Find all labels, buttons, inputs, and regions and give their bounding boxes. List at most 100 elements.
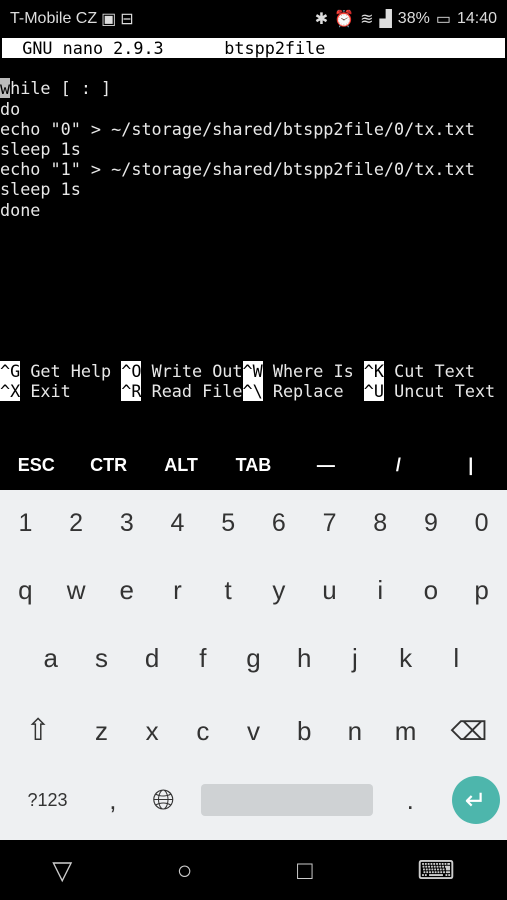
key[interactable]: 6 — [254, 498, 305, 548]
soft-keyboard: 1234567890 qwertyuiop asdfghjkl ⇧ zxcvbn… — [0, 490, 507, 840]
key[interactable]: t — [203, 565, 254, 615]
shortcut-key: ^O — [121, 360, 142, 381]
sim-icon: ▣ — [101, 11, 117, 28]
text-line[interactable]: echo "0" > ~/storage/shared/btspp2file/0… — [0, 119, 507, 139]
keyboard-icon[interactable]: ⌨ — [417, 855, 455, 886]
slash-key[interactable]: / — [362, 446, 434, 484]
shift-key[interactable]: ⇧ — [0, 706, 76, 756]
text-line[interactable]: sleep 1s — [0, 179, 507, 199]
comma-key[interactable]: , — [87, 775, 138, 825]
period-key[interactable]: . — [385, 775, 436, 825]
key[interactable]: a — [25, 633, 76, 683]
briefcase-icon: ⊟ — [120, 11, 134, 28]
shortcut-label: Where Is — [262, 360, 364, 381]
cursor: w — [0, 78, 11, 99]
key[interactable]: h — [279, 633, 330, 683]
key[interactable]: c — [177, 706, 228, 756]
key[interactable]: g — [228, 633, 279, 683]
home-icon[interactable]: ○ — [177, 855, 193, 886]
text-line[interactable]: sleep 1s — [0, 139, 507, 159]
key[interactable]: 5 — [203, 498, 254, 548]
shortcut-label: Read File — [141, 380, 243, 401]
status-bar: T-Mobile CZ ▣ ⊟ ✱ ⏰ ≋ ▟ 38% ▭ 14:40 — [0, 0, 507, 38]
battery-charging-icon: ▭ — [435, 11, 451, 28]
nano-editor[interactable]: GNU nano 2.9.3 btspp2file while [ : ] do… — [0, 38, 507, 402]
key[interactable]: b — [279, 706, 330, 756]
symbols-key[interactable]: ?123 — [7, 775, 87, 825]
shortcut-label: Cut Text — [384, 360, 475, 381]
key[interactable]: 1 — [0, 498, 51, 548]
text-line[interactable]: done — [0, 200, 507, 220]
shortcut-label: Get Help — [20, 360, 122, 381]
key[interactable]: e — [101, 565, 152, 615]
key[interactable]: 8 — [355, 498, 406, 548]
shortcut-key: ^\ — [242, 380, 263, 402]
shortcut-key: ^K — [363, 360, 385, 381]
shortcut-key: ^X — [0, 380, 21, 402]
alt-key[interactable]: ALT — [145, 446, 217, 484]
dash-key[interactable]: — — [290, 446, 362, 484]
carrier: T-Mobile CZ — [10, 10, 98, 27]
tab-key[interactable]: TAB — [217, 446, 289, 484]
shortcut-key: ^R — [121, 380, 142, 402]
shortcut-row: ^X Exit ^R Read File ^\ Replace ^U Uncut… — [0, 380, 507, 402]
key[interactable]: m — [380, 706, 431, 756]
backspace-key[interactable]: ⌫ — [431, 706, 507, 756]
line-text: hile [ : ] — [10, 78, 112, 99]
key[interactable]: r — [152, 565, 203, 615]
nano-version: GNU nano 2.9.3 — [22, 38, 164, 58]
key[interactable]: 2 — [51, 498, 102, 548]
key[interactable]: v — [228, 706, 279, 756]
key[interactable]: 9 — [406, 498, 457, 548]
key[interactable]: o — [406, 565, 457, 615]
key[interactable]: 7 — [304, 498, 355, 548]
shortcut-label: Write Out — [141, 360, 243, 381]
key[interactable]: 4 — [152, 498, 203, 548]
navigation-bar: ▽ ○ □ ⌨ — [0, 840, 507, 900]
key[interactable]: k — [380, 633, 431, 683]
text-line[interactable]: echo "1" > ~/storage/shared/btspp2file/0… — [0, 159, 507, 179]
signal-icon: ▟ — [379, 11, 392, 28]
key[interactable]: l — [431, 633, 482, 683]
text-line[interactable]: do — [0, 99, 507, 119]
pipe-key[interactable]: | — [435, 446, 507, 484]
key[interactable]: y — [254, 565, 305, 615]
key[interactable]: 0 — [456, 498, 507, 548]
battery-level: 38% — [397, 10, 430, 27]
shortcut-label: Exit — [20, 380, 122, 401]
key[interactable]: z — [76, 706, 127, 756]
key[interactable]: p — [456, 565, 507, 615]
key[interactable]: d — [127, 633, 178, 683]
shortcut-row: ^G Get Help ^O Write Out ^W Where Is ^K … — [0, 360, 507, 381]
shortcut-label: Replace — [262, 380, 364, 401]
key[interactable]: x — [127, 706, 178, 756]
recents-icon[interactable]: □ — [297, 855, 313, 886]
key[interactable]: n — [330, 706, 381, 756]
file-name: btspp2file — [224, 38, 326, 58]
shortcut-key: ^U — [363, 380, 385, 402]
esc-key[interactable]: ESC — [0, 446, 72, 484]
nano-title-bar: GNU nano 2.9.3 btspp2file — [2, 38, 505, 59]
key[interactable]: q — [0, 565, 51, 615]
key[interactable]: w — [51, 565, 102, 615]
space-bar[interactable] — [200, 784, 373, 816]
clock: 14:40 — [456, 10, 497, 27]
key[interactable]: 3 — [101, 498, 152, 548]
key[interactable]: u — [304, 565, 355, 615]
enter-key[interactable]: ↵ — [451, 776, 500, 824]
ctrl-key[interactable]: CTR — [72, 446, 144, 484]
shortcut-key: ^W — [242, 360, 263, 381]
key[interactable]: j — [330, 633, 381, 683]
back-icon[interactable]: ▽ — [52, 855, 72, 886]
shortcut-key: ^G — [0, 360, 21, 381]
bluetooth-icon: ✱ — [314, 11, 329, 28]
alarm-icon: ⏰ — [334, 11, 355, 28]
shortcut-label: Uncut Text — [384, 380, 496, 401]
extra-keys-bar: ESC CTR ALT TAB — / | — [0, 446, 507, 484]
key[interactable]: i — [355, 565, 406, 615]
globe-icon[interactable]: 🌐︎ — [138, 775, 189, 825]
key[interactable]: f — [177, 633, 228, 683]
key[interactable]: s — [76, 633, 127, 683]
wifi-icon: ≋ — [360, 11, 374, 28]
text-line[interactable]: while [ : ] — [0, 78, 507, 99]
